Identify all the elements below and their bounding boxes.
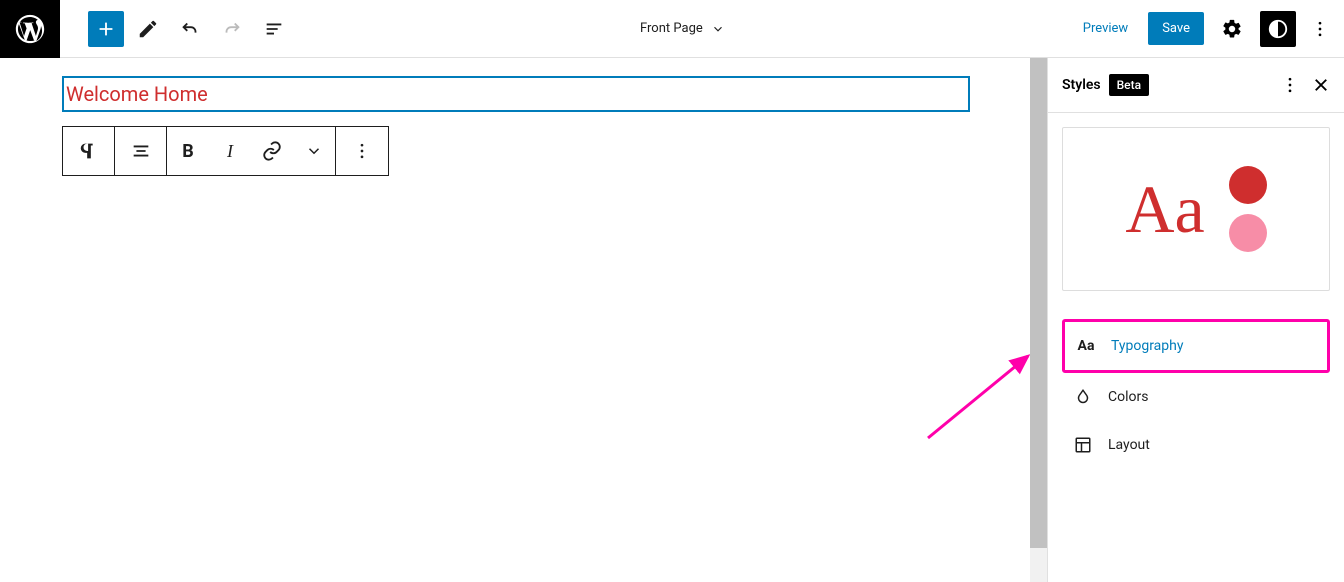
toolbar-right: Preview Save xyxy=(1073,11,1344,47)
sidebar-item-label: Colors xyxy=(1108,389,1148,405)
redo-icon xyxy=(221,18,243,40)
sidebar-item-label: Typography xyxy=(1111,338,1183,354)
block-more-options-button[interactable] xyxy=(336,127,388,175)
beta-badge: Beta xyxy=(1109,74,1149,96)
document-title-dropdown[interactable]: Front Page xyxy=(292,21,1073,36)
sidebar-title: Styles Beta xyxy=(1062,74,1149,96)
editor-canvas[interactable]: Welcome Home B I xyxy=(0,58,1030,582)
contrast-icon xyxy=(1267,18,1289,40)
align-button[interactable] xyxy=(115,127,167,175)
kebab-icon xyxy=(352,141,372,161)
typography-preview-text: Aa xyxy=(1125,170,1204,249)
color-swatch-secondary xyxy=(1229,214,1267,252)
block-toolbar: B I xyxy=(62,126,389,176)
plus-icon xyxy=(95,18,117,40)
list-view-icon xyxy=(263,18,285,40)
sidebar-header: Styles Beta xyxy=(1048,58,1344,113)
close-icon xyxy=(1312,76,1330,94)
save-button[interactable]: Save xyxy=(1148,12,1204,45)
sidebar-item-layout[interactable]: Layout xyxy=(1062,421,1330,469)
paragraph-icon xyxy=(78,140,100,162)
main-area: Welcome Home B I xyxy=(0,58,1344,582)
wordpress-icon xyxy=(13,12,47,46)
sidebar-item-colors[interactable]: Colors xyxy=(1062,373,1330,421)
chevron-down-icon xyxy=(711,22,725,36)
italic-button[interactable]: I xyxy=(209,127,251,175)
kebab-icon xyxy=(1310,19,1330,39)
top-toolbar: Front Page Preview Save xyxy=(0,0,1344,58)
annotation-arrow xyxy=(918,348,1038,448)
styles-toggle-button[interactable] xyxy=(1260,11,1296,47)
scrollbar-thumb[interactable] xyxy=(1030,58,1047,548)
more-options-button[interactable] xyxy=(1306,11,1334,47)
style-sections-list: Aa Typography Colors Layout xyxy=(1062,319,1330,469)
style-preview-card[interactable]: Aa xyxy=(1062,127,1330,291)
chevron-down-icon xyxy=(305,142,323,160)
editor-scrollbar[interactable] xyxy=(1030,58,1047,582)
layout-icon xyxy=(1072,436,1094,454)
edit-mode-button[interactable] xyxy=(130,11,166,47)
align-icon xyxy=(130,140,152,162)
droplet-icon xyxy=(1072,388,1094,406)
gear-icon xyxy=(1221,18,1243,40)
heading-block[interactable]: Welcome Home xyxy=(62,76,970,112)
pencil-icon xyxy=(137,18,159,40)
sidebar-item-typography[interactable]: Aa Typography xyxy=(1062,319,1330,373)
sidebar-header-actions xyxy=(1280,75,1330,95)
preview-button[interactable]: Preview xyxy=(1073,15,1138,42)
toolbar-left xyxy=(60,11,292,47)
close-sidebar-button[interactable] xyxy=(1312,76,1330,94)
typography-icon: Aa xyxy=(1075,338,1097,354)
bold-icon: B xyxy=(182,141,194,162)
color-swatch-primary xyxy=(1229,166,1267,204)
redo-button[interactable] xyxy=(214,11,250,47)
sidebar-more-button[interactable] xyxy=(1280,75,1300,95)
wp-logo[interactable] xyxy=(0,0,60,58)
styles-sidebar: Styles Beta Aa xyxy=(1047,58,1344,582)
sidebar-title-text: Styles xyxy=(1062,77,1101,93)
sidebar-item-label: Layout xyxy=(1108,437,1150,453)
add-block-button[interactable] xyxy=(88,11,124,47)
kebab-icon xyxy=(1280,75,1300,95)
settings-button[interactable] xyxy=(1214,11,1250,47)
link-icon xyxy=(261,140,283,162)
block-type-button[interactable] xyxy=(63,127,115,175)
undo-icon xyxy=(179,18,201,40)
italic-icon: I xyxy=(227,141,233,162)
color-swatches xyxy=(1229,166,1267,252)
page-title-text: Front Page xyxy=(640,21,703,36)
sidebar-body: Aa Aa Typography Colors xyxy=(1048,113,1344,483)
undo-button[interactable] xyxy=(172,11,208,47)
bold-button[interactable]: B xyxy=(167,127,209,175)
link-button[interactable] xyxy=(251,127,293,175)
more-formatting-button[interactable] xyxy=(293,127,335,175)
list-view-button[interactable] xyxy=(256,11,292,47)
